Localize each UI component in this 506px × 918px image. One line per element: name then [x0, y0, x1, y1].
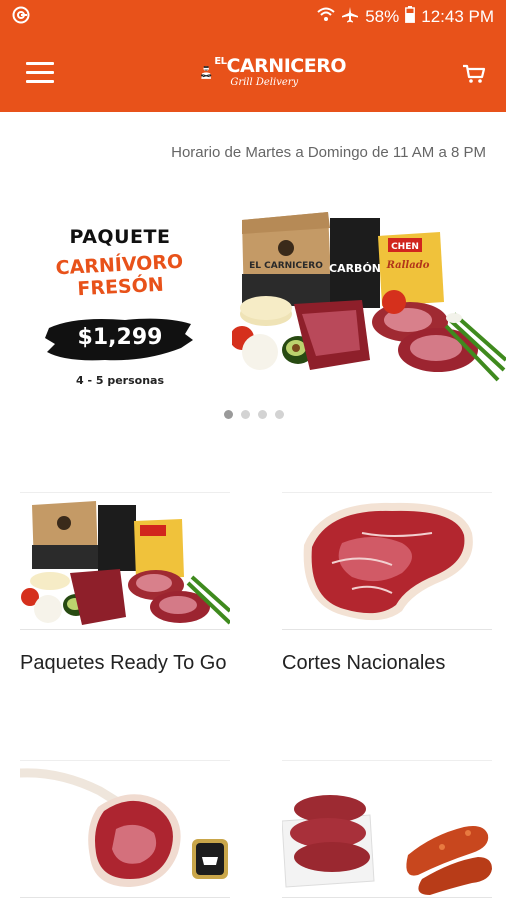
app-bar: ELCARNICERO Grill Delivery [0, 34, 506, 112]
business-hours: Horario de Martes a Domingo de 11 AM a 8… [171, 144, 486, 161]
category-card-3[interactable] [20, 760, 230, 918]
carousel-dot[interactable] [275, 410, 284, 419]
category-image [20, 492, 230, 630]
promo-banner[interactable]: PAQUETE CARNÍVORO FRESÓN $1,299 4 - 5 pe… [0, 190, 506, 410]
promo-subtitle: CARNÍVORO FRESÓN [55, 250, 184, 301]
wifi-icon [317, 7, 335, 28]
carousel-dot[interactable] [258, 410, 267, 419]
logo-prefix: EL [214, 55, 227, 67]
battery-percent: 58% [365, 7, 400, 26]
promo-package-image: EL CARNICERO CARBÓN CHEN Rallado [232, 212, 506, 382]
airplane-mode-icon [341, 6, 359, 29]
category-card-4[interactable] [282, 760, 492, 918]
clock: 12:43 PM [421, 7, 494, 26]
chips-label: Rallado [386, 260, 430, 271]
chips-brand: CHEN [391, 242, 419, 252]
carousel-dot[interactable] [224, 410, 233, 419]
menu-button[interactable] [26, 62, 54, 84]
cart-button[interactable] [462, 64, 486, 84]
category-label: Paquetes Ready To Go [20, 652, 227, 674]
brand-logo[interactable]: ELCARNICERO Grill Delivery [200, 50, 347, 94]
status-bar: 58% 12:43 PM [0, 0, 506, 34]
promo-price-badge: $1,299 [45, 310, 195, 366]
hamburger-icon [26, 62, 54, 65]
category-card-cortes-nacionales[interactable]: Cortes Nacionales [282, 492, 492, 676]
box-label: EL CARNICERO [249, 261, 323, 271]
bag-label: CARBÓN [329, 262, 381, 275]
category-image [282, 492, 492, 630]
butcher-mascot-icon [201, 66, 212, 79]
category-card-paquetes[interactable]: Paquetes Ready To Go [20, 492, 230, 676]
category-image [282, 760, 492, 898]
promo-persons: 4 - 5 personas [75, 374, 165, 387]
notification-icon [12, 6, 30, 29]
promo-price: $1,299 [77, 325, 163, 350]
promo-text-block: PAQUETE CARNÍVORO FRESÓN $1,299 4 - 5 pe… [20, 226, 220, 387]
battery-icon [405, 6, 416, 28]
promo-title: PAQUETE [69, 226, 171, 248]
carousel-dot[interactable] [241, 410, 250, 419]
cart-icon [463, 64, 486, 83]
carousel-indicator [224, 410, 284, 419]
logo-text: CARNICERO [226, 54, 347, 77]
category-image [20, 760, 230, 898]
logo-tagline: Grill Delivery [230, 76, 299, 88]
category-label: Cortes Nacionales [282, 652, 446, 674]
